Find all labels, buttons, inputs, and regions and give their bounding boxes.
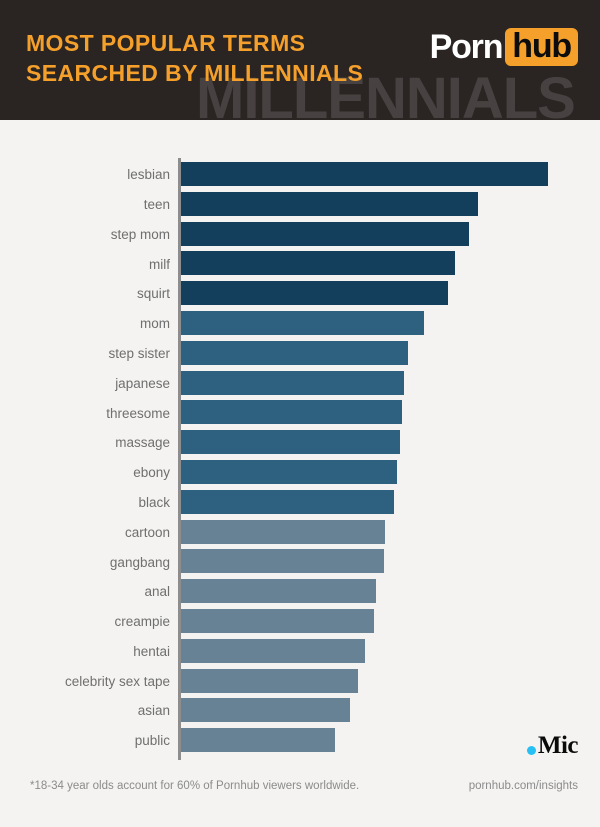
- bar-row: japanese: [0, 369, 600, 399]
- bar-row: gangbang: [0, 547, 600, 577]
- bar-row: black: [0, 488, 600, 518]
- bar-row: mom: [0, 309, 600, 339]
- bar-label: squirt: [136, 286, 170, 302]
- bar-label: black: [138, 494, 170, 510]
- bar-row: ebony: [0, 458, 600, 488]
- logo-text-porn: Porn: [429, 28, 504, 66]
- bar-label: step sister: [108, 345, 170, 361]
- bar-row: anal: [0, 577, 600, 607]
- bar-label: public: [134, 733, 170, 749]
- bar-row: asian: [0, 696, 600, 726]
- bar-chart: lesbian teen step mom milf squirt mom step sis…: [0, 120, 600, 770]
- bar: [181, 310, 424, 335]
- bar: [181, 579, 376, 604]
- infographic-root: MILLENNIALS MOST POPULAR TERMS SEARCHED …: [0, 0, 600, 827]
- bar-row: celebrity sex tape: [0, 667, 600, 697]
- bar-label: hentai: [133, 643, 170, 659]
- bar-row: massage: [0, 428, 600, 458]
- bar-label: japanese: [115, 375, 170, 391]
- bar: [181, 400, 402, 425]
- source-url[interactable]: pornhub.com/insights: [469, 780, 578, 792]
- bar: [181, 728, 335, 753]
- bar-label: anal: [144, 584, 170, 600]
- bar-row: creampie: [0, 607, 600, 637]
- title-line-1: MOST POPULAR TERMS: [26, 30, 306, 56]
- page-title: MOST POPULAR TERMS SEARCHED BY MILLENNIA…: [26, 28, 363, 88]
- bar-label: mom: [140, 316, 170, 332]
- bar: [181, 191, 478, 216]
- bar: [181, 459, 397, 484]
- mic-logo-text: Mic: [537, 732, 579, 759]
- bar-label: lesbian: [127, 167, 170, 183]
- bar: [181, 221, 469, 246]
- bar: [181, 340, 408, 365]
- mic-logo[interactable]: Mic: [526, 732, 579, 759]
- bar: [181, 608, 374, 633]
- bar-label: gangbang: [109, 554, 170, 570]
- pornhub-logo[interactable]: Porn hub: [430, 28, 578, 66]
- bar-row: lesbian: [0, 160, 600, 190]
- bar: [181, 430, 400, 455]
- bar-row: step mom: [0, 220, 600, 250]
- bar: [181, 370, 404, 395]
- bar: [181, 549, 384, 574]
- bar: [181, 489, 394, 514]
- bar-row: squirt: [0, 279, 600, 309]
- mic-dot-icon: [526, 745, 536, 755]
- bar-label: asian: [137, 703, 170, 719]
- bar: [181, 698, 350, 723]
- header-banner: MILLENNIALS MOST POPULAR TERMS SEARCHED …: [0, 0, 600, 120]
- bar-label: milf: [149, 256, 170, 272]
- bar-row: milf: [0, 249, 600, 279]
- bar: [181, 638, 365, 663]
- bar: [181, 519, 385, 544]
- bar-label: teen: [143, 196, 170, 212]
- bar: [181, 668, 358, 693]
- bar-row: hentai: [0, 637, 600, 667]
- bar-label: creampie: [114, 614, 170, 630]
- bar-row: public: [0, 726, 600, 756]
- bar-label: massage: [115, 435, 170, 451]
- bar-label: ebony: [133, 465, 170, 481]
- bar-row: threesome: [0, 398, 600, 428]
- bar-row: step sister: [0, 339, 600, 369]
- logo-text-hub: hub: [505, 28, 578, 66]
- bar: [181, 162, 548, 186]
- bar-label: celebrity sex tape: [64, 673, 170, 689]
- bar-row: cartoon: [0, 518, 600, 548]
- bar-rows-container: lesbian teen step mom milf squirt mom step sis…: [0, 160, 600, 756]
- bar-row: teen: [0, 190, 600, 220]
- bar-label: threesome: [106, 405, 170, 421]
- bar-label: step mom: [110, 226, 170, 242]
- bar: [181, 251, 455, 276]
- bar: [181, 281, 448, 306]
- footnote-text: *18-34 year olds account for 60% of Porn…: [30, 780, 360, 792]
- bar-label: cartoon: [124, 524, 170, 540]
- title-line-2: SEARCHED BY MILLENNIALS: [26, 60, 364, 86]
